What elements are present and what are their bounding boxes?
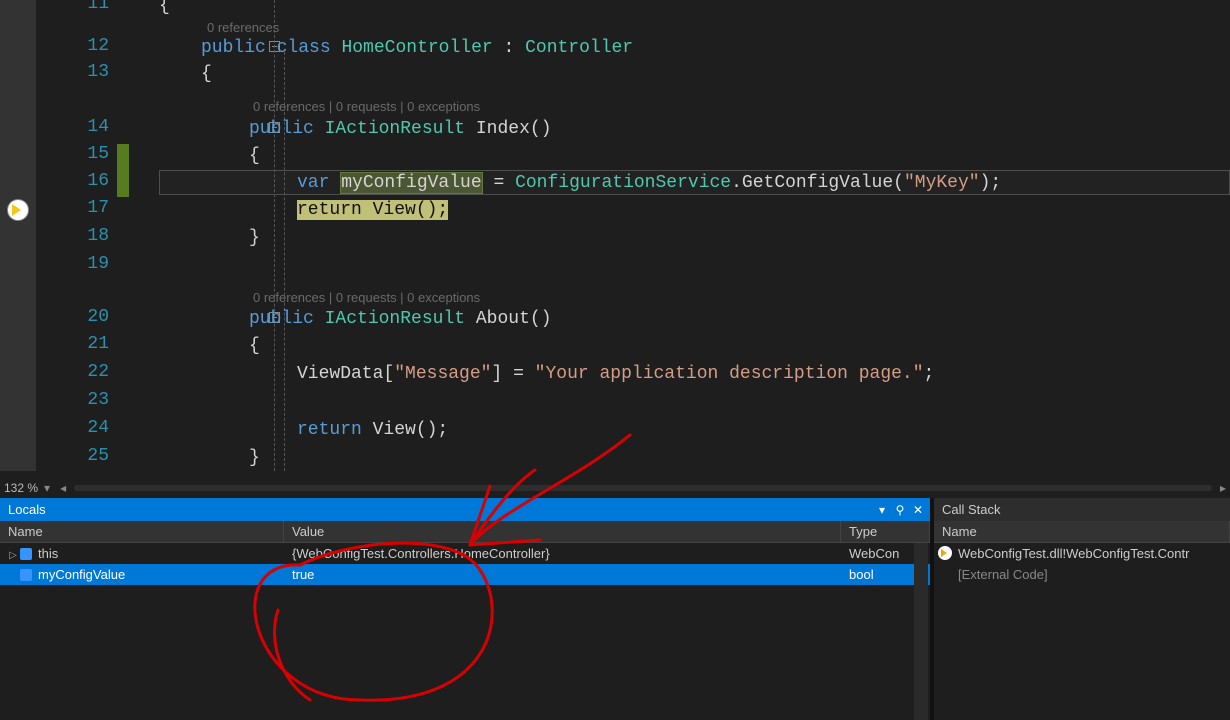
locals-var-name: myConfigValue [38,567,125,582]
callstack-grid-body[interactable]: WebConfigTest.dll!WebConfigTest.Contr [E… [934,543,1230,720]
code-line[interactable]: return View(); [297,418,448,443]
code-line[interactable]: return View(); [297,198,448,223]
zoom-dropdown-icon[interactable]: ▾ [38,481,56,495]
code-line[interactable]: } [249,446,260,471]
hscroll-track[interactable] [74,485,1212,491]
code-line[interactable]: { [249,334,260,359]
panel-title-text: Call Stack [942,502,1001,517]
line-number: 20 [87,307,109,327]
column-header-name[interactable]: Name [934,521,1230,542]
code-editor[interactable]: 11 12 13 14 15 16 17 18 19 20 21 22 23 2… [0,0,1230,471]
line-number: 23 [87,390,109,410]
zoom-level: 132 % [0,481,38,495]
hscroll-right-icon[interactable]: ▸ [1216,481,1230,495]
vertical-scrollbar[interactable] [914,543,928,720]
panel-title-text: Locals [8,502,46,517]
callstack-title-bar[interactable]: Call Stack [934,498,1230,521]
expand-toggle-icon[interactable]: ▷ [8,550,18,561]
locals-panel[interactable]: Locals Name Value Type ▷ this {WebConfigT… [0,498,932,720]
code-line[interactable]: public IActionResult Index() [249,117,552,142]
line-number: 22 [87,362,109,382]
code-line[interactable]: { [159,0,170,19]
line-number: 24 [87,418,109,438]
panel-options-icon[interactable] [874,503,890,517]
column-header-type[interactable]: Type [841,521,930,542]
line-number: 21 [87,334,109,354]
locals-var-value: true [284,564,841,585]
pin-icon[interactable] [892,503,908,517]
line-number: 15 [87,144,109,164]
outline-gutter[interactable] [129,0,159,471]
code-line[interactable]: { [249,144,260,169]
highlighted-variable: myConfigValue [340,172,482,194]
line-number: 25 [87,446,109,466]
variable-icon [20,548,32,560]
locals-title-bar[interactable]: Locals [0,498,930,521]
modified-marker [117,144,129,197]
code-line[interactable]: ViewData["Message"] = "Your application … [297,362,934,387]
stack-frame: [External Code] [934,564,1230,585]
line-number: 11 [87,0,109,14]
code-line[interactable]: var myConfigValue = ConfigurationService… [297,171,1001,196]
line-number: 12 [87,36,109,56]
locals-header-row[interactable]: Name Value Type [0,521,930,543]
line-number: 18 [87,226,109,246]
code-line[interactable]: public IActionResult About() [249,307,552,332]
stack-frame: WebConfigTest.dll!WebConfigTest.Contr [958,546,1189,561]
line-number: 17 [87,198,109,218]
line-number: 13 [87,62,109,82]
execution-pointer-icon [8,200,28,220]
codelens-references[interactable]: 0 references | 0 requests | 0 exceptions [253,94,480,119]
column-header-value[interactable]: Value [284,521,841,542]
editor-zoom-bar[interactable]: 132 % ▾ ◂ ▸ [0,478,1230,498]
locals-grid-body[interactable]: ▷ this {WebConfigTest.Controllers.HomeCon… [0,543,930,720]
callstack-header-row[interactable]: Name [934,521,1230,543]
line-number: 19 [87,254,109,274]
code-area[interactable]: { 0 references public class HomeControll… [159,0,1230,471]
code-line[interactable]: public class HomeController : Controller [201,36,633,61]
locals-row[interactable]: ▷myConfigValue true bool [0,564,930,585]
next-statement-highlight: return View(); [297,200,448,220]
callstack-panel[interactable]: Call Stack Name WebConfigTest.dll!WebCon… [932,498,1230,720]
line-number: 14 [87,117,109,137]
callstack-row[interactable]: WebConfigTest.dll!WebConfigTest.Contr [934,543,1230,564]
code-line[interactable]: } [249,226,260,251]
code-line[interactable]: { [201,62,212,87]
line-number: 16 [87,171,109,191]
close-icon[interactable] [910,503,926,517]
locals-var-value: {WebConfigTest.Controllers.HomeControlle… [284,543,841,564]
current-frame-icon [938,546,952,560]
locals-var-name: this [38,546,58,561]
line-number-gutter[interactable]: 11 12 13 14 15 16 17 18 19 20 21 22 23 2… [36,0,117,471]
locals-row[interactable]: ▷ this {WebConfigTest.Controllers.HomeCon… [0,543,930,564]
variable-icon [20,569,32,581]
column-header-name[interactable]: Name [0,521,284,542]
hscroll-left-icon[interactable]: ◂ [56,481,70,495]
breakpoint-gutter[interactable] [0,0,36,471]
callstack-row[interactable]: [External Code] [934,564,1230,585]
